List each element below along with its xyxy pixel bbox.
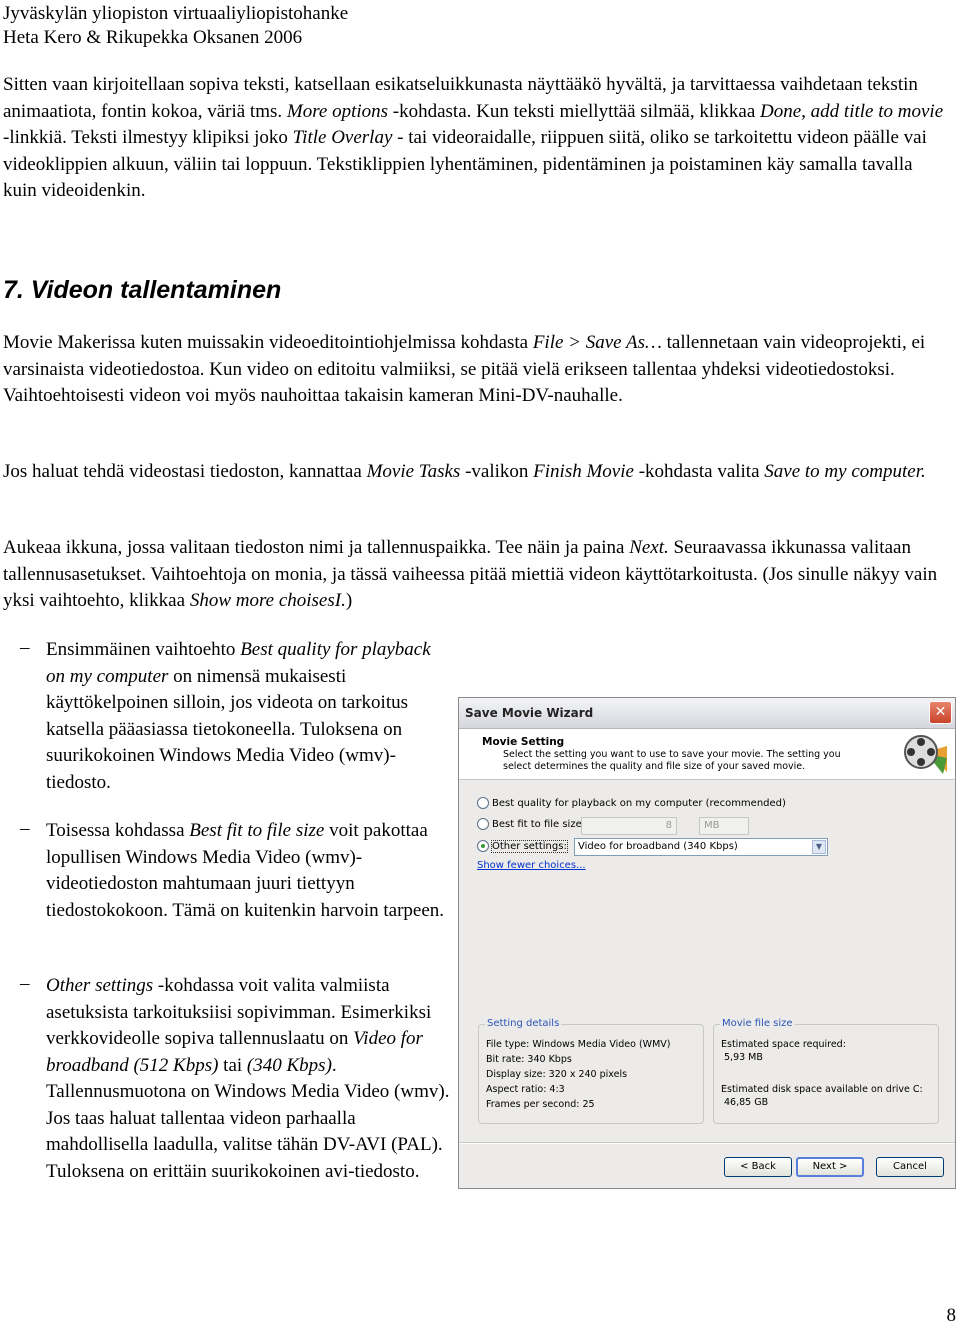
wizard-header: Movie Setting Select the setting you wan… [459,729,955,780]
italic-text: Finish Movie [533,461,634,482]
text: -kohdasta valita [633,461,765,482]
section-heading: 7. Videon tallentaminen [3,276,282,304]
italic-text: Save to my computer. [764,461,926,482]
option-best-fit[interactable]: Best fit to file size: [477,818,585,830]
radio-button[interactable] [477,797,489,809]
paragraph: Jos haluat tehdä videostasi tiedoston, k… [3,459,948,486]
text: Toisessa kohdassa [46,820,190,841]
italic-text: Other settings [46,975,154,996]
text: Ensimmäinen vaihtoehto [46,639,241,660]
italic-text: (340 Kbps) [246,1054,332,1076]
bullet-item: Ensimmäinen vaihtoehto Best quality for … [46,637,451,796]
radio-button-selected[interactable] [477,840,489,852]
wizard-heading: Movie Setting [482,736,565,748]
other-settings-select[interactable]: Video for broadband (340 Kbps) ▼ [574,838,828,856]
paragraph: Aukeaa ikkuna, jossa valitaan tiedoston … [3,535,948,615]
option-other-settings[interactable]: Other settings: [477,839,568,853]
show-fewer-choices-link[interactable]: Show fewer choices... [477,860,586,871]
title-bar: Save Movie Wizard ✕ [459,698,955,729]
movie-file-size-group: Movie file size Estimated space required… [713,1018,939,1124]
paragraph: Movie Makerissa kuten muissakin videoedi… [3,330,948,410]
text: Aukeaa ikkuna, jossa valitaan tiedoston … [3,537,630,558]
text: tai [218,1054,247,1076]
file-size-input[interactable]: 8 [581,817,677,835]
option-best-quality[interactable]: Best quality for playback on my computer… [477,797,786,809]
wizard-subtitle: Select the setting you want to use to sa… [503,749,841,772]
text: -valikon [460,461,534,482]
bullet-marker: – [20,973,30,994]
italic-text: Movie Tasks [366,461,461,482]
text: ) [345,590,353,611]
close-icon[interactable]: ✕ [929,701,952,724]
italic-text: Show more choisesI. [189,590,346,611]
italic-text: Done, add title to movie [760,100,944,122]
dialog-title: Save Movie Wizard [465,706,594,720]
italic-text: Title Overlay [292,127,393,148]
back-button[interactable]: < Back [724,1157,792,1177]
italic-text: Best fit to file size [189,820,325,841]
file-size-unit-select[interactable]: MB [699,817,749,835]
divider [459,1142,955,1144]
text: Jos haluat tehdä videostasi tiedoston, k… [3,461,367,482]
bullet-item: Toisessa kohdassa Best fit to file size … [46,818,451,924]
bullet-marker: – [20,818,30,839]
header-line-1: Jyväskylän yliopiston virtuaaliyliopisto… [3,3,349,24]
header-line-2: Heta Kero & Rikupekka Oksanen 2006 [3,27,303,48]
italic-text: More options [286,100,389,122]
film-reel-icon [904,735,947,774]
bullet-item: Other settings -kohdassa voit valita val… [46,973,451,1185]
radio-button[interactable] [477,818,489,830]
setting-details-group: Setting details File type: Windows Media… [478,1018,704,1124]
chevron-down-icon[interactable]: ▼ [812,840,826,854]
italic-text: Next. [629,537,669,558]
italic-text: File > Save As… [532,332,662,353]
bullet-marker: – [20,637,30,658]
text: -linkkiä. Teksti ilmestyy klipiksi joko [3,127,293,148]
cancel-button[interactable]: Cancel [876,1157,944,1177]
text: Movie Makerissa kuten muissakin videoedi… [3,332,533,353]
next-button[interactable]: Next > [796,1157,864,1177]
page-number: 8 [946,1305,957,1326]
text: -kohdasta. Kun teksti miellyttää silmää,… [388,100,761,122]
paragraph: Sitten vaan kirjoitellaan sopiva teksti,… [3,72,948,205]
save-movie-wizard-screenshot: Save Movie Wizard ✕ Movie Setting Select… [458,697,956,1189]
